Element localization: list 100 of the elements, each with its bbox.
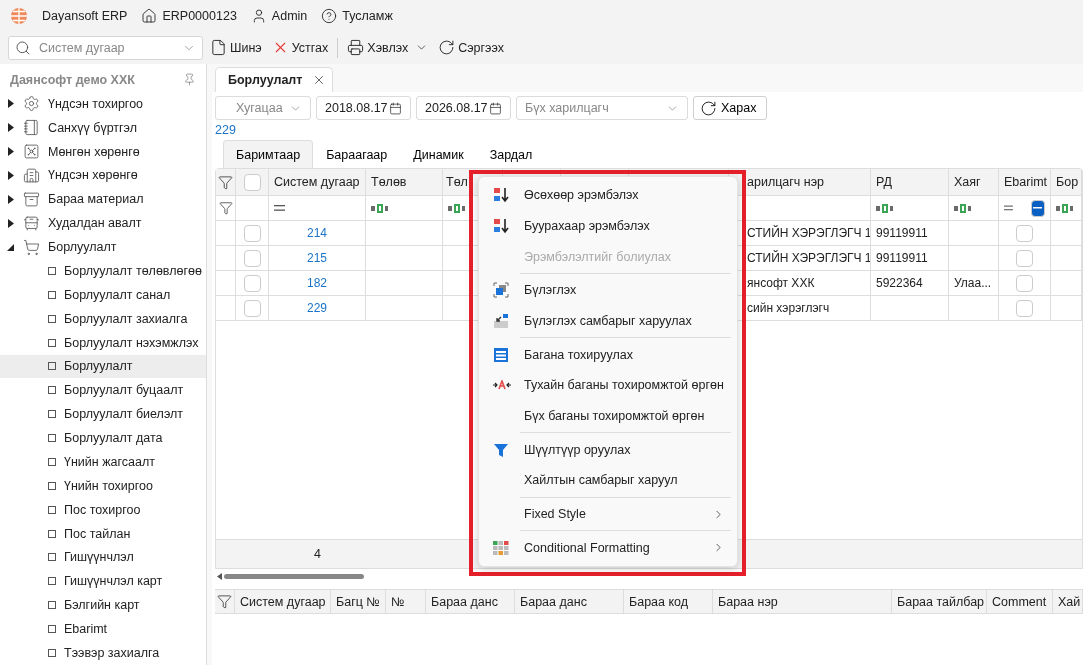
document-number-link[interactable]: 214 — [307, 226, 327, 240]
view-tab[interactable]: Зардал — [476, 140, 546, 168]
column-header[interactable]: арилцагч нэр — [747, 175, 825, 189]
database-link[interactable]: ERP0000123 — [141, 7, 237, 24]
tree-item[interactable]: Пос тохиргоо — [0, 497, 206, 522]
tree-item[interactable]: Бэлгийн карт — [0, 593, 206, 618]
ebarimt-checkbox[interactable] — [1016, 224, 1033, 242]
tree-item[interactable]: Гишүүнчлэл — [0, 545, 206, 570]
period-dropdown[interactable]: Хугацаа — [215, 96, 311, 120]
ebarimt-checkbox[interactable] — [1016, 274, 1033, 292]
tree-item[interactable]: Худалдан авалт — [0, 211, 206, 236]
tree-item[interactable]: Ebarimt — [0, 617, 206, 641]
date-field[interactable]: 2026.08.17 — [416, 96, 511, 120]
tree-item[interactable]: Борлуулалт — [0, 354, 206, 379]
tree-item[interactable]: Үнийн тохиргоо — [0, 473, 206, 498]
column-header[interactable]: Бараа нэр — [718, 594, 778, 609]
document-number-link[interactable]: 182 — [307, 276, 327, 290]
column-header[interactable]: Төл — [446, 175, 468, 189]
tree-item[interactable]: Борлуулалт биелэлт — [0, 402, 206, 427]
menu-item[interactable]: Conditional Formatting — [483, 532, 733, 563]
square-icon — [48, 386, 56, 395]
expand-icon[interactable] — [7, 147, 15, 157]
column-header[interactable]: Бараа код — [629, 594, 689, 609]
search-field[interactable]: Систем дугаар — [8, 35, 203, 60]
menu-item[interactable]: Хайлтын самбарыг харуул — [483, 465, 733, 496]
date-field[interactable]: 2018.08.17 — [316, 96, 411, 120]
row-checkbox[interactable] — [243, 224, 261, 242]
tree-item[interactable]: Бараа материал — [0, 187, 206, 212]
column-header[interactable]: Систем дугаар — [240, 594, 326, 609]
ebarimt-checkbox[interactable] — [1016, 299, 1033, 317]
select-all-checkbox[interactable] — [243, 173, 261, 191]
row-checkbox[interactable] — [243, 274, 261, 292]
tree-item[interactable]: Борлуулалт санал — [0, 282, 206, 307]
document-link[interactable]: 229 — [215, 123, 236, 137]
menu-item[interactable]: Бүлэглэх — [483, 275, 733, 306]
column-header[interactable]: Төлөв — [371, 175, 407, 189]
tree-item[interactable]: Борлуулалт дата — [0, 426, 206, 450]
menu-item[interactable]: Fixed Style — [483, 498, 733, 530]
column-header[interactable]: РД — [876, 175, 892, 189]
tree-item[interactable]: Борлуулалт — [0, 235, 206, 259]
toolbar-button[interactable]: Шинэ — [207, 37, 265, 58]
document-number-link[interactable]: 215 — [307, 251, 327, 265]
tree-item[interactable]: Борлуулалт нэхэмжлэх — [0, 330, 206, 355]
help-icon — [321, 7, 338, 24]
row-checkbox[interactable] — [243, 249, 261, 267]
menu-item[interactable]: Шүүлтүүр оруулах — [483, 434, 733, 466]
tree-item[interactable]: Борлуулалт төлөвлөгөө — [0, 259, 206, 283]
customer-dropdown[interactable]: Бүх харилцагч — [516, 96, 688, 120]
filter-checkbox[interactable] — [1030, 199, 1045, 217]
toolbar-button[interactable]: Устгах — [268, 37, 332, 58]
menu-item[interactable]: Багана тохируулах — [483, 339, 733, 371]
expand-icon[interactable] — [7, 123, 15, 133]
help-link[interactable]: Тусламж — [321, 7, 393, 24]
user-link[interactable]: Admin — [250, 7, 308, 24]
column-header[interactable]: Comment — [992, 594, 1047, 609]
tree-item[interactable]: Тээвэр захиалга — [0, 641, 206, 665]
menu-item[interactable]: Өсөхөөр эрэмбэлэх — [483, 180, 733, 211]
column-header[interactable]: Бараа тайлбар — [897, 594, 985, 609]
document-number-link[interactable]: 229 — [307, 301, 327, 315]
row-checkbox[interactable] — [243, 299, 261, 317]
tree-item[interactable]: Гишүүнчлэл карт — [0, 569, 206, 594]
tree-item[interactable]: Мөнгөн хөрөнгө — [0, 139, 206, 164]
column-header[interactable]: Хаяг — [954, 175, 981, 189]
ebarimt-checkbox[interactable] — [1016, 249, 1033, 267]
view-tab[interactable]: Баримтаар — [223, 140, 314, 168]
tree-item[interactable]: Борлуулалт буцаалт — [0, 378, 206, 403]
column-header[interactable]: Хай — [1058, 594, 1081, 609]
view-tab[interactable]: Бараагаар — [313, 140, 401, 168]
column-header[interactable]: Систем дугаар — [274, 175, 360, 189]
tree-item[interactable]: Үндсэн тохиргоо — [0, 91, 206, 116]
menu-item[interactable]: Бүх баганы тохиромжтой өргөн — [483, 400, 733, 432]
toolbar-button[interactable]: Сэргээх — [435, 37, 507, 58]
document-tab[interactable]: Борлуулалт — [215, 67, 333, 92]
tree-item[interactable]: Борлуулалт захиалга — [0, 306, 206, 331]
menu-item[interactable]: Бүлэглэх самбарыг харуулах — [483, 305, 733, 337]
tree-item[interactable]: Санхүү бүртгэл — [0, 115, 206, 140]
tree-item[interactable]: Үндсэн хөрөнгө — [0, 163, 206, 188]
collapse-icon[interactable] — [7, 242, 15, 252]
column-header[interactable]: № — [391, 594, 405, 609]
menu-item[interactable]: Тухайн баганы тохиромжтой өргөн — [483, 370, 733, 401]
text-filter-icon — [876, 203, 894, 213]
column-header[interactable]: Бараа данс — [431, 594, 498, 609]
expand-icon[interactable] — [7, 99, 15, 109]
tree-item[interactable]: Пос тайлан — [0, 521, 206, 546]
view-button[interactable]: Харах — [693, 96, 768, 120]
expand-icon[interactable] — [7, 194, 15, 204]
print-dropdown-button[interactable]: Хэвлэх — [344, 37, 432, 58]
menu-item[interactable]: Буурахаар эрэмбэлэх — [483, 210, 733, 242]
square-icon — [48, 434, 56, 443]
square-icon — [48, 362, 56, 371]
scrollbar-thumb[interactable] — [224, 573, 364, 579]
column-header[interactable]: Багц № — [336, 594, 380, 609]
column-header[interactable]: Ebarimt — [1004, 175, 1048, 189]
scroll-left-icon[interactable] — [217, 572, 222, 580]
view-tab[interactable]: Динамик — [400, 140, 477, 168]
column-header[interactable]: Бор — [1056, 175, 1079, 189]
tree-item[interactable]: Үнийн жагсаалт — [0, 450, 206, 474]
expand-icon[interactable] — [7, 218, 15, 228]
column-header[interactable]: Бараа данс — [520, 594, 587, 609]
expand-icon[interactable] — [7, 170, 15, 180]
